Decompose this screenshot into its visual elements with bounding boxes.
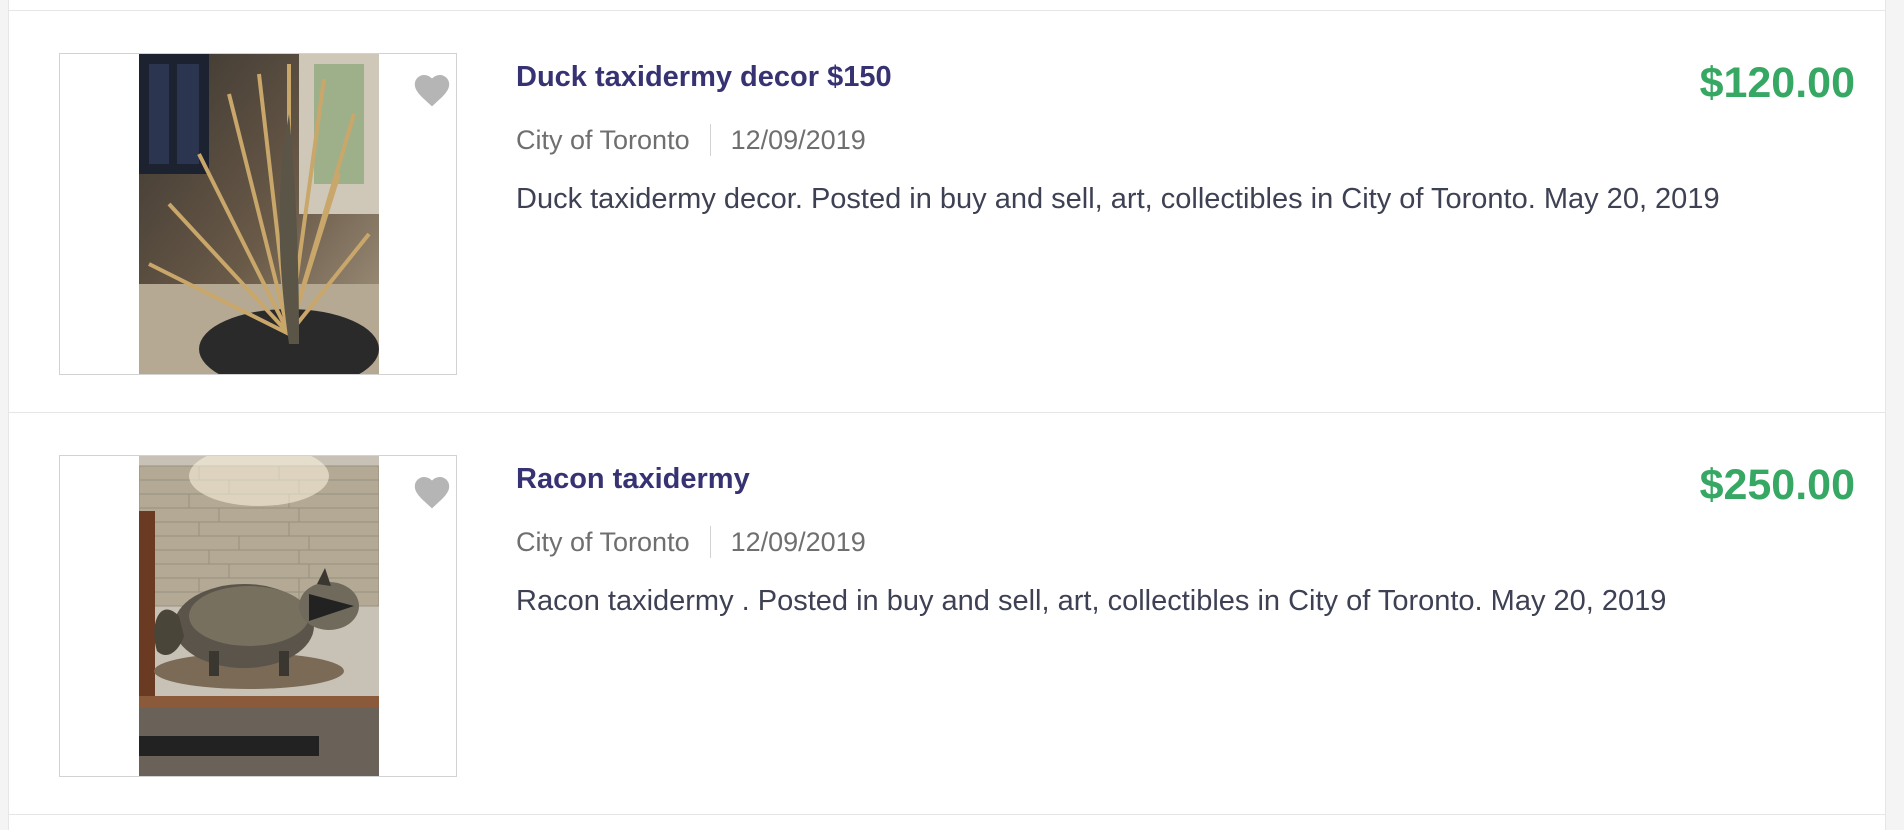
listing-card[interactable]: Duck taxidermy decor $150 City of Toront… [9, 11, 1885, 411]
heart-icon[interactable] [412, 72, 452, 108]
listing-date: 12/09/2019 [730, 526, 866, 557]
listing-title[interactable]: Racon taxidermy [516, 463, 750, 496]
listing-price: $250.00 [1699, 461, 1855, 509]
divider [9, 814, 1885, 815]
listing-thumbnail[interactable] [59, 455, 457, 777]
listing-description: Racon taxidermy . Posted in buy and sell… [516, 585, 1667, 617]
listing-card[interactable]: Racon taxidermy City of Toronto 12/09/20… [9, 413, 1885, 813]
meta-divider [709, 526, 711, 558]
listing-location: City of Toronto [516, 526, 690, 557]
listing-date: 12/09/2019 [730, 124, 866, 155]
listing-location: City of Toronto [516, 124, 690, 155]
search-results-list: Duck taxidermy decor $150 City of Toront… [8, 0, 1886, 830]
listing-image[interactable] [139, 54, 379, 374]
listing-title[interactable]: Duck taxidermy decor $150 [516, 61, 892, 94]
listing-meta: City of Toronto 12/09/2019 [516, 526, 866, 558]
listing-image[interactable] [139, 456, 379, 776]
listing-meta: City of Toronto 12/09/2019 [516, 124, 866, 156]
listing-thumbnail[interactable] [59, 53, 457, 375]
listing-description: Duck taxidermy decor. Posted in buy and … [516, 183, 1720, 215]
listing-price: $120.00 [1699, 59, 1855, 107]
heart-icon[interactable] [412, 474, 452, 510]
meta-divider [709, 124, 711, 156]
